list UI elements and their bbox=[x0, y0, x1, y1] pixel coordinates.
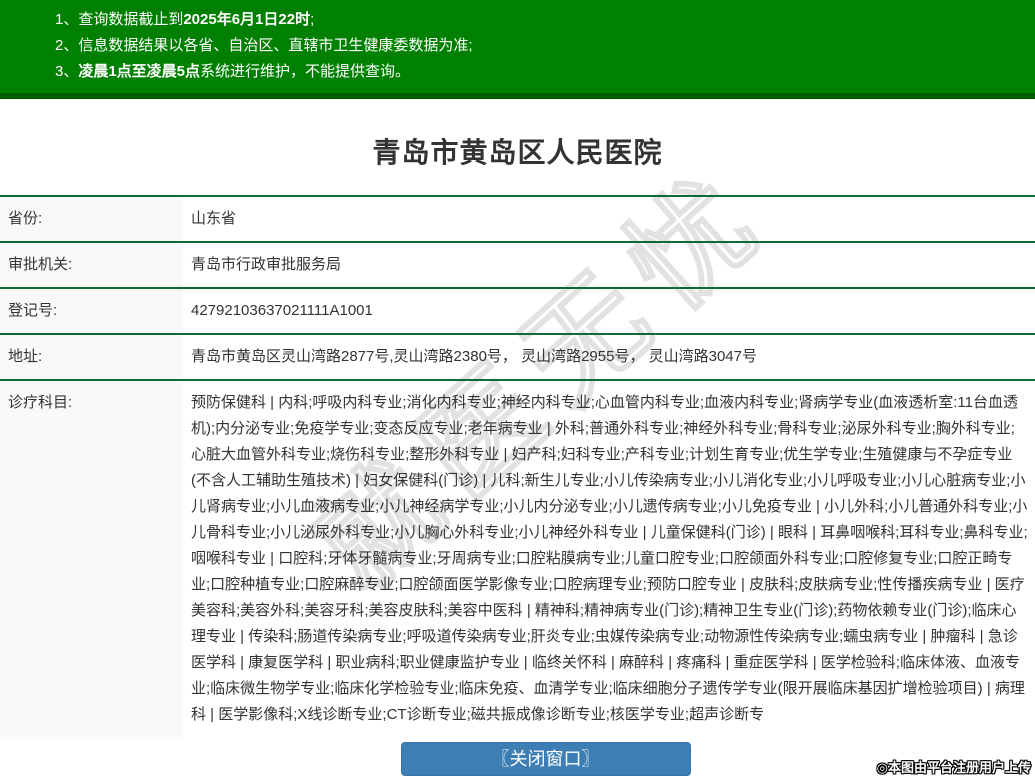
hospital-query-result-page: 就医无忧 1、查询数据截止到2025年6月1日22时; 2、信息数据结果以各省、… bbox=[0, 0, 1035, 779]
notice-3-bold: 凌晨1点至凌晨5点 bbox=[78, 63, 201, 80]
notice-banner: 1、查询数据截止到2025年6月1日22时; 2、信息数据结果以各省、自治区、直… bbox=[0, 0, 1035, 99]
row-label: 审批机关: bbox=[0, 243, 183, 287]
row-value: 青岛市黄岛区灵山湾路2877号,灵山湾路2380号， 灵山湾路2955号， 灵山… bbox=[191, 348, 757, 365]
row-label: 登记号: bbox=[0, 289, 183, 333]
row-value: 预防保健科 | 内科;呼吸内科专业;消化内科专业;神经内科专业;心血管内科专业;… bbox=[191, 394, 1028, 723]
notice-1-bold: 2025年6月1日22时 bbox=[183, 11, 311, 28]
notice-1-suffix: ; bbox=[310, 11, 315, 28]
image-attribution-stamp: ◎本图由平台注册用户上传 bbox=[876, 760, 1031, 775]
hospital-info-table: 省份: 山东省 审批机关: 青岛市行政审批服务局 登记号: 4279210363… bbox=[0, 195, 1035, 737]
table-row-address: 地址: 青岛市黄岛区灵山湾路2877号,灵山湾路2380号， 灵山湾路2955号… bbox=[0, 333, 1035, 379]
notice-1-text: 1、查询数据截止到 bbox=[55, 11, 184, 28]
notice-3-suffix: 系统进行维护，不能提供查询。 bbox=[200, 63, 411, 80]
row-value: 42792103637021111A1001 bbox=[191, 302, 373, 319]
table-row-province: 省份: 山东省 bbox=[0, 197, 1035, 241]
row-label: 诊疗科目: bbox=[0, 381, 183, 737]
table-row-registration-number: 登记号: 42792103637021111A1001 bbox=[0, 287, 1035, 333]
table-row-treatment-subjects: 诊疗科目: 预防保健科 | 内科;呼吸内科专业;消化内科专业;神经内科专业;心血… bbox=[0, 379, 1035, 737]
page-title: 青岛市黄岛区人民医院 bbox=[372, 137, 663, 168]
row-value: 山东省 bbox=[191, 210, 237, 227]
bottom-bar: 〖关闭窗口〗 ◎本图由平台注册用户上传 bbox=[0, 741, 1035, 779]
row-label: 地址: bbox=[0, 335, 183, 379]
notice-line-2: 2、信息数据结果以各省、自治区、直辖市卫生健康委数据为准; bbox=[55, 33, 1025, 59]
notice-line-1: 1、查询数据截止到2025年6月1日22时; bbox=[55, 7, 1025, 33]
table-row-approving-authority: 审批机关: 青岛市行政审批服务局 bbox=[0, 241, 1035, 287]
row-value: 青岛市行政审批服务局 bbox=[191, 256, 342, 273]
row-label: 省份: bbox=[0, 197, 183, 241]
notice-3-text: 3、 bbox=[55, 63, 79, 80]
notice-2-text: 2、信息数据结果以各省、自治区、直辖市卫生健康委数据为准; bbox=[55, 37, 473, 54]
notice-line-3: 3、凌晨1点至凌晨5点系统进行维护，不能提供查询。 bbox=[55, 59, 1025, 85]
close-window-button[interactable]: 〖关闭窗口〗 bbox=[400, 742, 691, 776]
